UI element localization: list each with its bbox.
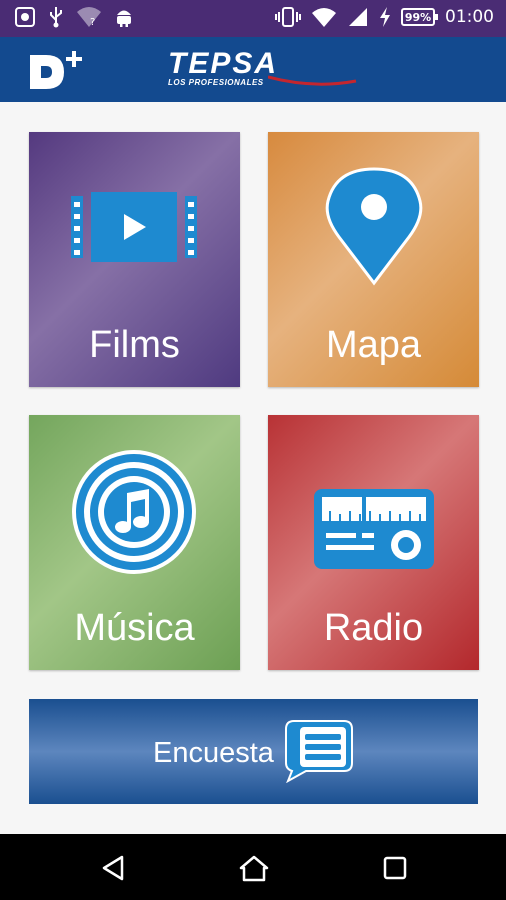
status-system: 99% 01:00 — [275, 6, 494, 28]
home-icon[interactable] — [238, 854, 270, 882]
battery-icon: 99% — [401, 8, 438, 26]
music-note-icon — [72, 450, 196, 574]
navigation-bar — [0, 834, 506, 900]
tile-mapa[interactable]: Mapa — [268, 132, 479, 387]
status-time: 01:00 — [445, 7, 494, 27]
app-header: TEPSA LOS PROFESIONALES — [0, 37, 506, 102]
tile-musica[interactable]: Música — [29, 415, 240, 670]
back-icon[interactable] — [100, 854, 128, 882]
map-pin-icon — [325, 167, 423, 286]
tepsa-logo: TEPSA LOS PROFESIONALES — [168, 47, 357, 87]
tile-films[interactable]: Films — [29, 132, 240, 387]
dplus-logo[interactable] — [28, 49, 92, 91]
screenshot-icon — [15, 7, 35, 27]
wifi-icon — [312, 8, 336, 27]
tile-mapa-label: Mapa — [325, 324, 422, 366]
svg-text:?: ? — [90, 17, 95, 28]
signal-icon — [349, 8, 367, 26]
survey-button[interactable]: Encuesta — [29, 699, 478, 804]
tile-films-label: Films — [89, 324, 180, 366]
chat-list-icon — [285, 720, 353, 783]
status-bar: ? 99% 01:00 — [0, 0, 506, 37]
tile-radio-label: Radio — [323, 607, 424, 649]
brand-name: TEPSA — [168, 47, 279, 80]
recents-icon[interactable] — [382, 854, 408, 882]
charging-icon — [380, 7, 390, 27]
tile-radio[interactable]: Radio — [268, 415, 479, 670]
status-notifications: ? — [14, 6, 134, 28]
wifi-question-icon: ? — [77, 7, 101, 28]
survey-label: Encuesta — [153, 737, 274, 769]
film-play-icon — [71, 192, 197, 262]
vibrate-icon — [275, 7, 301, 27]
brand-tagline: LOS PROFESIONALES — [168, 78, 264, 87]
tile-musica-label: Música — [74, 607, 195, 649]
radio-icon — [314, 489, 434, 569]
android-icon — [117, 10, 131, 27]
swoosh-icon — [268, 75, 357, 86]
usb-icon — [50, 7, 62, 28]
